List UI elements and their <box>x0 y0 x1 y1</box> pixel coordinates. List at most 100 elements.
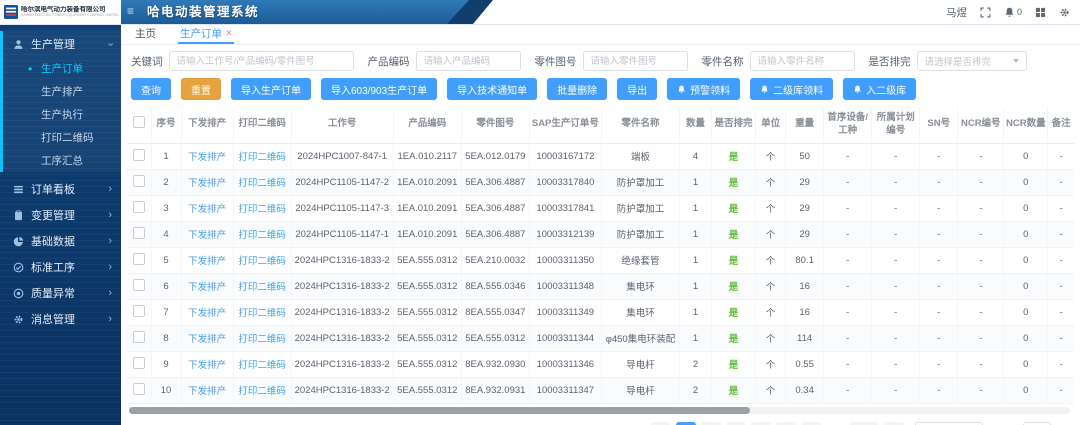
page-button-3699[interactable]: 3699 <box>849 422 879 425</box>
button-入二级库[interactable]: 入二级库 <box>843 78 916 100</box>
cell-sn: - <box>920 377 958 403</box>
page-button-1[interactable]: 1 <box>676 422 696 425</box>
next-page-button[interactable]: › <box>884 422 904 425</box>
print-qrcode-link[interactable]: 打印二维码 <box>238 178 286 189</box>
cell-dispatch: 下发排产 <box>181 299 233 325</box>
dispatch-link[interactable]: 下发排产 <box>188 204 226 215</box>
print-qrcode-link[interactable]: 打印二维码 <box>238 256 286 267</box>
row-checkbox[interactable] <box>133 357 145 369</box>
sidebar-item-生产订单[interactable]: •生产订单 <box>3 57 121 80</box>
apps-grid-icon[interactable] <box>1035 7 1046 18</box>
sidebar-item-工序汇总[interactable]: 工序汇总 <box>3 149 121 172</box>
filter-select-是否排完[interactable]: 请选择是否排完 <box>917 51 1027 71</box>
cell-ncr_qty: 0 <box>1004 325 1048 351</box>
print-qrcode-link[interactable]: 打印二维码 <box>238 282 286 293</box>
print-qrcode-link[interactable]: 打印二维码 <box>238 230 286 241</box>
row-checkbox[interactable] <box>133 253 145 265</box>
print-qrcode-link[interactable]: 打印二维码 <box>238 308 286 319</box>
row-checkbox[interactable] <box>133 279 145 291</box>
cell-sap_no: 10003311350 <box>529 247 601 273</box>
gear-icon[interactable] <box>1059 7 1070 18</box>
page-button-2[interactable]: 2 <box>701 422 721 425</box>
cell-part_no: 8EA.932.0931 <box>461 377 529 403</box>
cell-part_name: 集电环 <box>601 273 679 299</box>
prev-page-button[interactable]: ‹ <box>651 422 671 425</box>
filter-input-产品编码[interactable] <box>416 51 521 71</box>
pagination: 共 36982 条 ‹ 123456•••3699 › 10条/页 前往 页 <box>121 414 1080 425</box>
cell-unit: 个 <box>756 351 786 377</box>
notification-bell-icon[interactable]: 0 <box>1004 7 1022 18</box>
page-size-select[interactable]: 10条/页 <box>915 422 983 425</box>
row-checkbox[interactable] <box>133 305 145 317</box>
row-checkbox[interactable] <box>133 383 145 395</box>
dispatch-link[interactable]: 下发排产 <box>188 178 226 189</box>
horizontal-scrollbar-thumb[interactable] <box>129 407 750 414</box>
sidebar-item-消息管理[interactable]: 消息管理› <box>0 306 121 332</box>
print-qrcode-link[interactable]: 打印二维码 <box>238 386 286 397</box>
page-button-3[interactable]: 3 <box>726 422 746 425</box>
cell-part_no: 5EA.210.0032 <box>461 247 529 273</box>
button-批量删除[interactable]: 批量删除 <box>547 78 607 100</box>
dispatch-link[interactable]: 下发排产 <box>188 334 226 345</box>
print-qrcode-link[interactable]: 打印二维码 <box>238 334 286 345</box>
row-checkbox[interactable] <box>133 175 145 187</box>
sidebar-item-订单看板[interactable]: 订单看板› <box>0 176 121 202</box>
tab-label: 生产订单 <box>180 26 222 41</box>
row-checkbox[interactable] <box>133 227 145 239</box>
button-重置[interactable]: 重置 <box>181 78 221 100</box>
fullscreen-icon[interactable] <box>980 7 991 18</box>
sidebar-item-标准工序[interactable]: 标准工序› <box>0 254 121 280</box>
print-qrcode-link[interactable]: 打印二维码 <box>238 360 286 371</box>
cell-sap_no: 10003167172 <box>529 143 601 169</box>
dispatch-link[interactable]: 下发排产 <box>188 256 226 267</box>
button-导入生产订单[interactable]: 导入生产订单 <box>231 78 311 100</box>
dispatch-link[interactable]: 下发排产 <box>188 230 226 241</box>
dispatch-link[interactable]: 下发排产 <box>188 386 226 397</box>
page-button-5[interactable]: 5 <box>776 422 796 425</box>
filter-input-零件名称[interactable] <box>750 51 855 71</box>
filter-input-关键词[interactable] <box>169 51 354 71</box>
tab-主页[interactable]: 主页 <box>133 26 158 44</box>
dispatch-link[interactable]: 下发排产 <box>188 152 226 163</box>
sidebar-item-生产管理[interactable]: 生产管理› <box>3 31 121 57</box>
button-导出[interactable]: 导出 <box>617 78 657 100</box>
dispatch-link[interactable]: 下发排产 <box>188 308 226 319</box>
button-导入技术通知单[interactable]: 导入技术通知单 <box>447 78 537 100</box>
print-qrcode-link[interactable]: 打印二维码 <box>238 152 286 163</box>
button-导入603/903生产订单[interactable]: 导入603/903生产订单 <box>321 78 437 100</box>
more-pages-icon[interactable]: ••• <box>826 422 844 425</box>
dispatch-link[interactable]: 下发排产 <box>188 282 226 293</box>
row-checkbox[interactable] <box>133 149 145 161</box>
row-checkbox[interactable] <box>133 201 145 213</box>
cell-weight: 80.1 <box>786 247 824 273</box>
dispatch-link[interactable]: 下发排产 <box>188 360 226 371</box>
column-header-所属计划编号: 所属计划编号 <box>872 107 920 143</box>
filter-input-零件图号[interactable] <box>583 51 688 71</box>
user-name[interactable]: 马煜 <box>946 5 967 20</box>
print-qrcode-link[interactable]: 打印二维码 <box>238 204 286 215</box>
row-checkbox[interactable] <box>133 331 145 343</box>
sidebar-item-生产排产[interactable]: 生产排产 <box>3 80 121 103</box>
sidebar-item-打印二维码[interactable]: 打印二维码 <box>3 126 121 149</box>
select-all-checkbox[interactable] <box>133 116 145 128</box>
page-button-4[interactable]: 4 <box>751 422 771 425</box>
close-icon[interactable]: × <box>226 29 232 39</box>
sidebar-collapse-icon[interactable]: ≡ <box>127 0 134 24</box>
sidebar-item-基础数据[interactable]: 基础数据› <box>0 228 121 254</box>
button-label: 导入技术通知单 <box>457 82 527 97</box>
sidebar-item-生产执行[interactable]: 生产执行 <box>3 103 121 126</box>
tab-生产订单[interactable]: 生产订单 × <box>178 26 234 44</box>
button-二级库领料[interactable]: 二级库领料 <box>750 78 833 100</box>
goto-page-input[interactable] <box>1023 422 1051 425</box>
sidebar-item-质量异常[interactable]: 质量异常› <box>0 280 121 306</box>
sidebar-item-变更管理[interactable]: 变更管理› <box>0 202 121 228</box>
cell-weight: 16 <box>786 299 824 325</box>
cell-ncr_qty: 0 <box>1004 299 1048 325</box>
page-button-6[interactable]: 6 <box>801 422 821 425</box>
button-预警领料[interactable]: 预警领料 <box>667 78 740 100</box>
table-row: 2下发排产打印二维码2024HPC1105-1147-21EA.010.2091… <box>127 169 1074 195</box>
button-查询[interactable]: 查询 <box>131 78 171 100</box>
cell-scheduled: 是 <box>712 377 756 403</box>
cell-print: 打印二维码 <box>233 273 291 299</box>
column-header-产品编码: 产品编码 <box>393 107 461 143</box>
